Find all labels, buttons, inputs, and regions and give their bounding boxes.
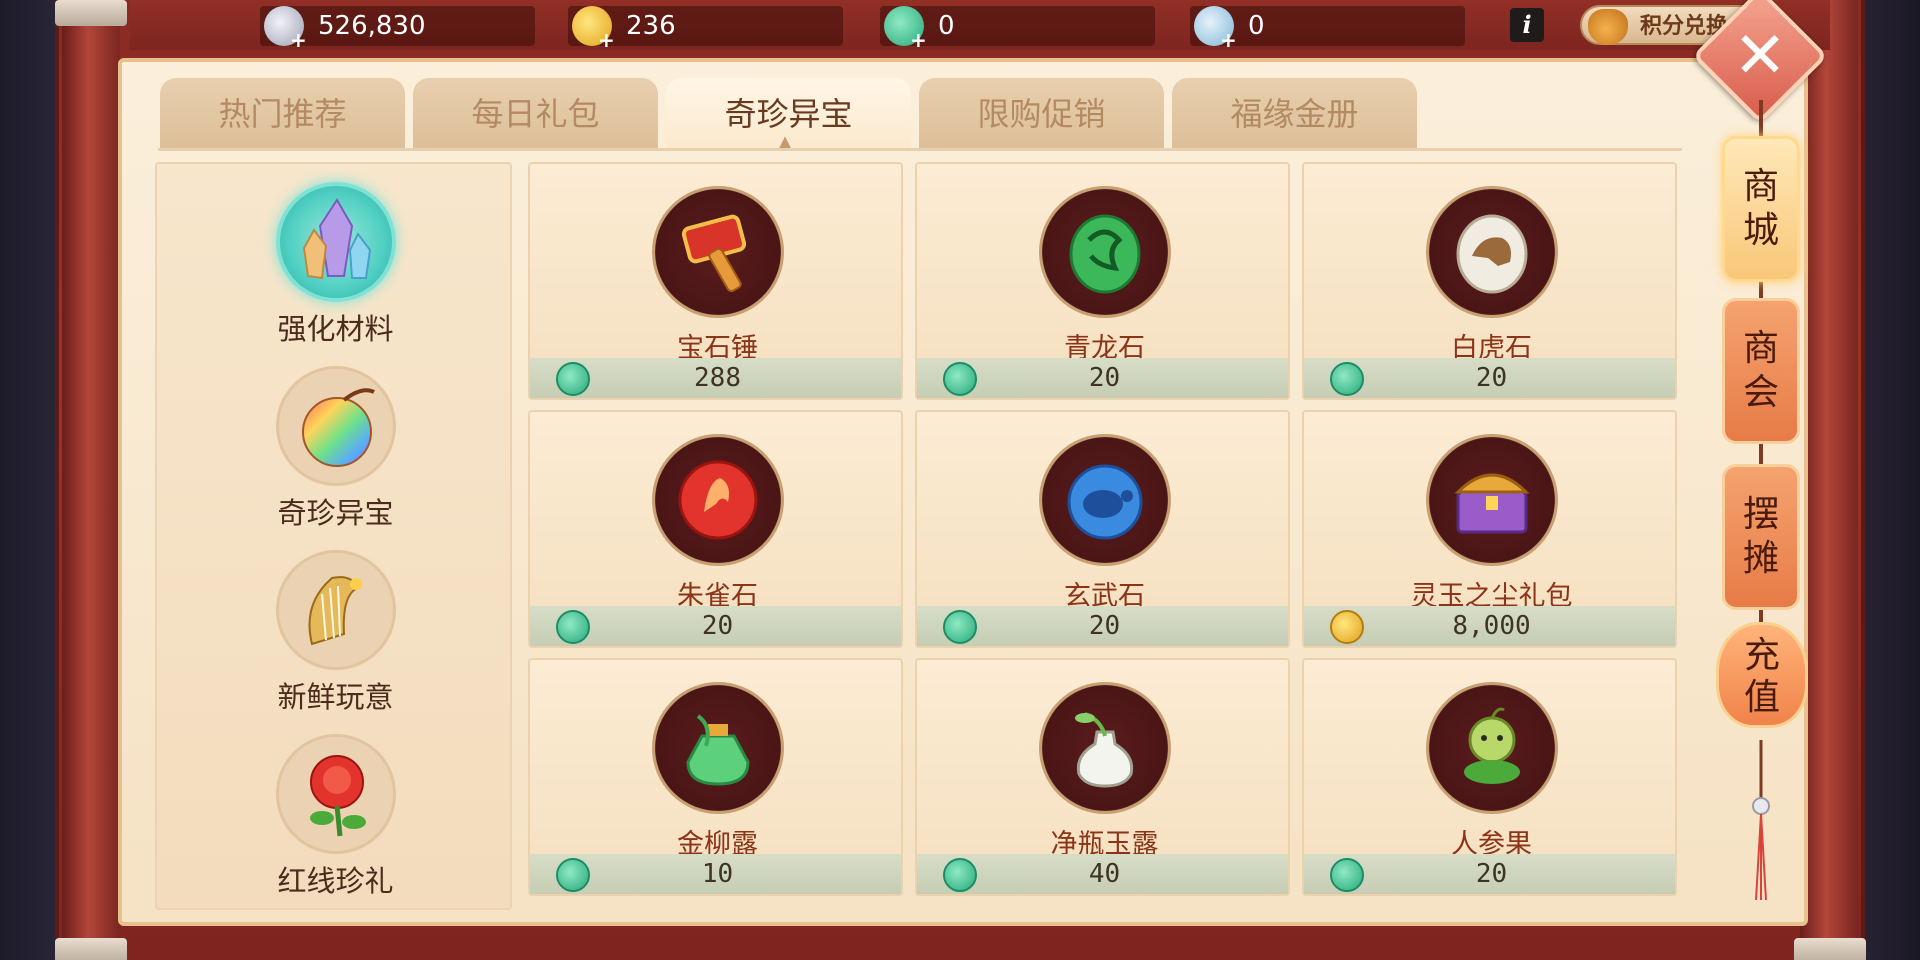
side-tab-char: 商 <box>1742 166 1779 207</box>
hammer-icon <box>681 214 747 293</box>
side-tab-char: 城 <box>1742 210 1779 251</box>
category-label: 新鲜玩意 <box>277 680 394 714</box>
pillar-cap <box>1794 938 1866 960</box>
tab-hot-recommend[interactable]: 热门推荐 <box>160 78 405 150</box>
tab-divider <box>158 148 1682 151</box>
currency-gem-bag: + 0 <box>1190 6 1465 52</box>
pillar-cap <box>55 0 127 26</box>
black-tortoise-stone-icon <box>1067 464 1143 540</box>
item-price: 40 <box>1088 859 1121 889</box>
category-label: 奇珍异宝 <box>277 496 394 530</box>
jade-vase-icon <box>1075 712 1134 788</box>
crystal-icon <box>302 198 372 280</box>
currency-silver: + 526,830 <box>260 6 535 52</box>
product-card[interactable]: 净瓶玉露 40 <box>915 658 1290 896</box>
add-silver-icon[interactable]: + <box>290 20 307 60</box>
gold-amount: 236 <box>626 11 676 41</box>
tassel-ornament-icon <box>1752 740 1770 900</box>
item-price: 20 <box>701 611 734 641</box>
item-price: 20 <box>1475 859 1508 889</box>
item-price: 20 <box>1088 363 1121 393</box>
side-tab-stall[interactable]: 摆 摊 <box>1722 464 1800 610</box>
tab-daily-pack[interactable]: 每日礼包 <box>413 78 658 150</box>
category-sidebar: 强化材料 奇珍异宝 新鲜玩意 红线珍礼 <box>155 162 512 910</box>
recharge-char: 充 <box>1743 635 1780 676</box>
tab-fortune-book[interactable]: 福缘金册 <box>1172 78 1417 150</box>
white-tiger-stone-icon <box>1456 214 1528 294</box>
info-button[interactable]: i <box>1510 8 1544 42</box>
jade-amount: 0 <box>938 11 955 41</box>
recharge-button[interactable]: 充 值 <box>1716 622 1808 728</box>
currency-gold: + 236 <box>568 6 843 52</box>
add-gold-icon[interactable]: + <box>598 20 615 60</box>
product-card[interactable]: 朱雀石 20 <box>528 410 903 648</box>
category-label: 红线珍礼 <box>277 864 394 898</box>
product-card[interactable]: 宝石锤 288 <box>528 162 903 400</box>
currency-jade: + 0 <box>880 6 1155 52</box>
side-tab-char: 会 <box>1742 372 1779 413</box>
ginseng-fruit-icon <box>1464 707 1520 784</box>
treasure-chest-icon <box>1454 473 1530 534</box>
category-rare-treasure[interactable]: 奇珍异宝 <box>157 366 514 541</box>
add-gem-bag-icon[interactable]: + <box>1220 20 1237 60</box>
willow-dew-bottle-icon <box>686 714 750 786</box>
category-enhance-materials[interactable]: 强化材料 <box>157 182 514 357</box>
item-price: 20 <box>1088 611 1121 641</box>
item-price: 288 <box>694 363 741 393</box>
money-bag-icon <box>1588 9 1628 45</box>
currency-bar: + 526,830 + 236 + 0 + 0 i 积分兑换 <box>130 0 1830 52</box>
product-card[interactable]: 青龙石 20 <box>915 162 1290 400</box>
rose-icon <box>310 755 366 837</box>
close-button[interactable]: ✕ <box>1712 8 1808 104</box>
left-pillar <box>62 0 120 960</box>
side-tab-char: 商 <box>1742 328 1779 369</box>
green-dragon-stone-icon <box>1069 214 1141 294</box>
red-phoenix-stone-icon <box>678 460 758 540</box>
product-card[interactable]: 灵玉之尘礼包 8,000 <box>1302 410 1677 648</box>
silver-amount: 526,830 <box>318 11 426 41</box>
pillar-cap <box>55 938 127 960</box>
add-jade-icon[interactable]: + <box>910 20 927 60</box>
item-price: 20 <box>1475 363 1508 393</box>
category-label: 强化材料 <box>277 312 394 346</box>
product-card[interactable]: 白虎石 20 <box>1302 162 1677 400</box>
side-tab-mall[interactable]: 商 城 <box>1722 136 1800 282</box>
recharge-char: 值 <box>1743 677 1780 718</box>
side-tab-char: 摊 <box>1742 538 1779 579</box>
product-card[interactable]: 人参果 20 <box>1302 658 1677 896</box>
gem-bag-amount: 0 <box>1248 11 1265 41</box>
category-novelties[interactable]: 新鲜玩意 <box>157 550 514 725</box>
item-price: 10 <box>701 859 734 889</box>
right-pillar <box>1800 0 1858 960</box>
harp-icon <box>308 576 362 646</box>
category-red-thread-gift[interactable]: 红线珍礼 <box>157 734 514 909</box>
side-tab-char: 摆 <box>1742 494 1779 535</box>
product-card[interactable]: 金柳露 10 <box>528 658 903 896</box>
side-tab-guild[interactable]: 商 会 <box>1722 298 1800 444</box>
rainbow-orb-icon <box>302 388 375 467</box>
tab-limited-sale[interactable]: 限购促销 <box>919 78 1164 150</box>
item-price: 8,000 <box>1452 611 1531 641</box>
product-card[interactable]: 玄武石 20 <box>915 410 1290 648</box>
